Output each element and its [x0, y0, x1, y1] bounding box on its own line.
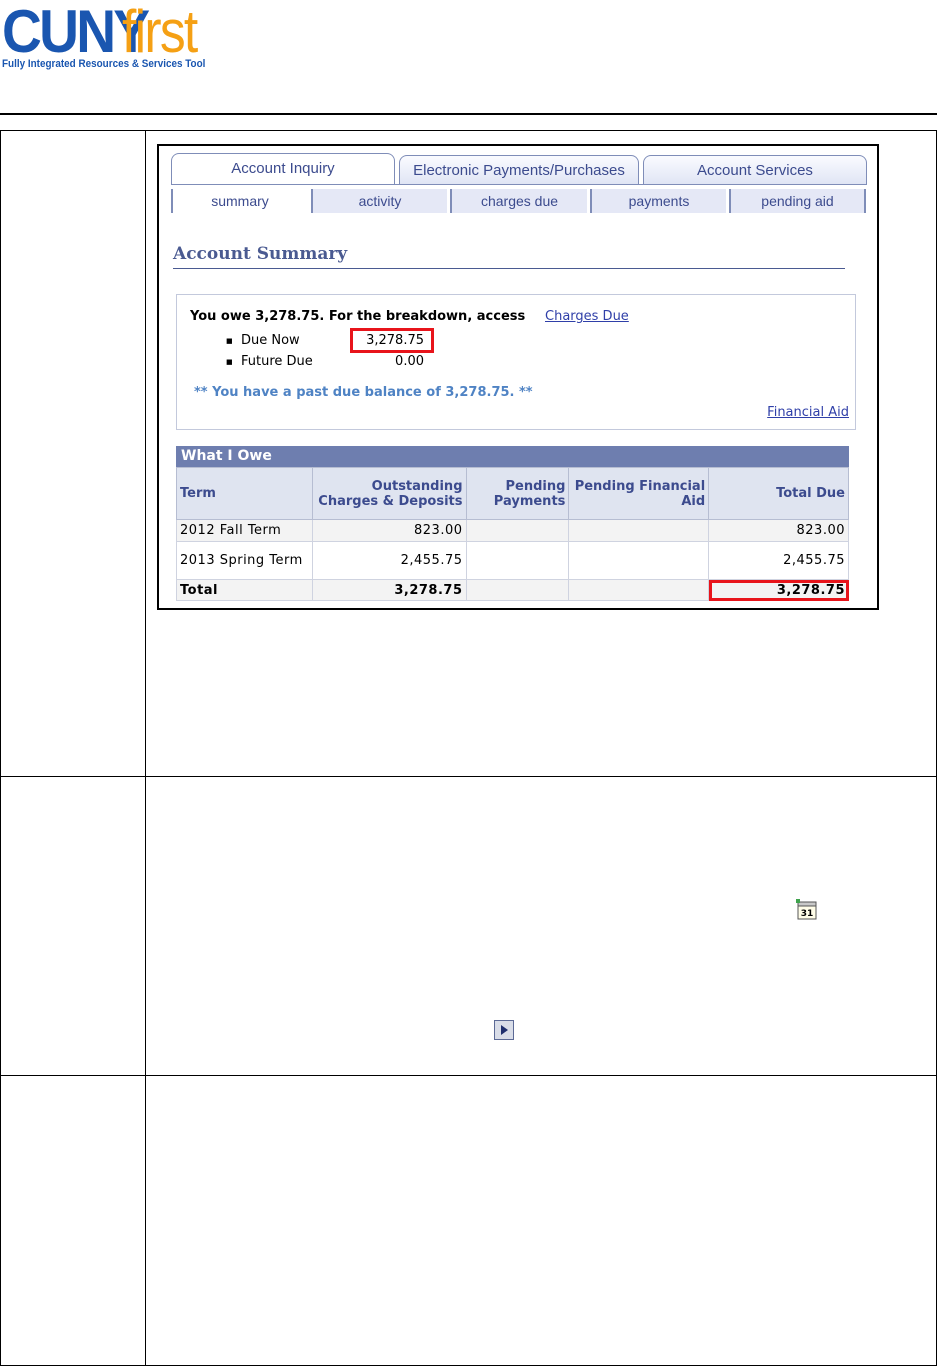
- pending-aid-cell: [568, 541, 710, 580]
- term-cell: 2012 Fall Term: [176, 519, 313, 542]
- subtab-pending-aid[interactable]: pending aid: [729, 189, 866, 213]
- summary-box: You owe 3,278.75. For the breakdown, acc…: [176, 294, 856, 430]
- due-now-highlight: [350, 328, 434, 353]
- row-divider: [1, 776, 936, 777]
- pending-payments-cell: [465, 541, 570, 580]
- total-due-highlighted-cell: 3,278.75: [708, 579, 849, 601]
- table-row: 2013 Spring Term 2,455.75 2,455.75: [176, 541, 849, 580]
- grid-title: What I Owe: [176, 446, 849, 467]
- pending-aid-cell: [568, 519, 710, 542]
- pending-payments-cell: [465, 519, 570, 542]
- header-divider: [0, 113, 937, 115]
- logo-first: first: [122, 0, 198, 65]
- owe-table: Term Outstanding Charges & Deposits Pend…: [176, 467, 849, 601]
- tab-electronic-payments[interactable]: Electronic Payments/Purchases: [399, 155, 639, 185]
- title-underline: [173, 268, 845, 269]
- table-row: 2012 Fall Term 823.00 823.00: [176, 519, 849, 542]
- tab-divider: [171, 184, 867, 185]
- total-outstanding-cell: 3,278.75: [311, 579, 467, 601]
- column-header-total-due: Total Due: [708, 467, 849, 520]
- total-due-cell: 2,455.75: [708, 541, 849, 580]
- outstanding-cell: 823.00: [311, 519, 467, 542]
- play-icon[interactable]: [494, 1020, 514, 1040]
- account-summary-screenshot: Account Inquiry Electronic Payments/Purc…: [157, 144, 879, 610]
- subtab-payments[interactable]: payments: [590, 189, 726, 213]
- due-now-label: Due Now: [226, 333, 300, 348]
- row-divider: [1, 1075, 936, 1076]
- future-due-value: 0.00: [395, 354, 424, 369]
- financial-aid-link[interactable]: Financial Aid: [767, 405, 849, 420]
- tab-account-inquiry[interactable]: Account Inquiry: [171, 153, 395, 185]
- logo-wordmark: CUNY first: [2, 2, 228, 62]
- term-cell: 2013 Spring Term: [176, 541, 313, 580]
- past-due-message: ** You have a past due balance of 3,278.…: [194, 385, 533, 400]
- total-row: Total 3,278.75 3,278.75: [176, 579, 849, 601]
- calendar-icon-text: 31: [801, 909, 814, 919]
- column-header-term: Term: [176, 467, 313, 520]
- empty-cell: [465, 579, 570, 601]
- subtab-summary[interactable]: summary: [171, 189, 307, 213]
- owe-text: You owe 3,278.75. For the breakdown, acc…: [190, 309, 526, 324]
- column-header-pending-aid: Pending Financial Aid: [568, 467, 710, 520]
- cunyfirst-logo: CUNY first Fully Integrated Resources & S…: [2, 2, 228, 71]
- subtab-charges-due[interactable]: charges due: [450, 189, 587, 213]
- charges-due-link[interactable]: Charges Due: [545, 309, 629, 324]
- outstanding-cell: 2,455.75: [311, 541, 467, 580]
- page-title: Account Summary: [173, 244, 348, 264]
- subtab-activity[interactable]: activity: [311, 189, 447, 213]
- calendar-icon[interactable]: 31: [796, 899, 818, 921]
- column-divider: [145, 131, 146, 1365]
- logo-tagline: Fully Integrated Resources & Services To…: [2, 58, 206, 70]
- total-due-cell: 823.00: [708, 519, 849, 542]
- tab-account-services[interactable]: Account Services: [643, 155, 867, 185]
- column-header-outstanding: Outstanding Charges & Deposits: [311, 467, 467, 520]
- future-due-label: Future Due: [226, 354, 313, 369]
- empty-cell: [568, 579, 710, 601]
- column-header-pending-payments: Pending Payments: [465, 467, 570, 520]
- total-label-cell: Total: [176, 579, 313, 601]
- what-i-owe-grid: What I Owe Term Outstanding Charges & De…: [176, 446, 849, 601]
